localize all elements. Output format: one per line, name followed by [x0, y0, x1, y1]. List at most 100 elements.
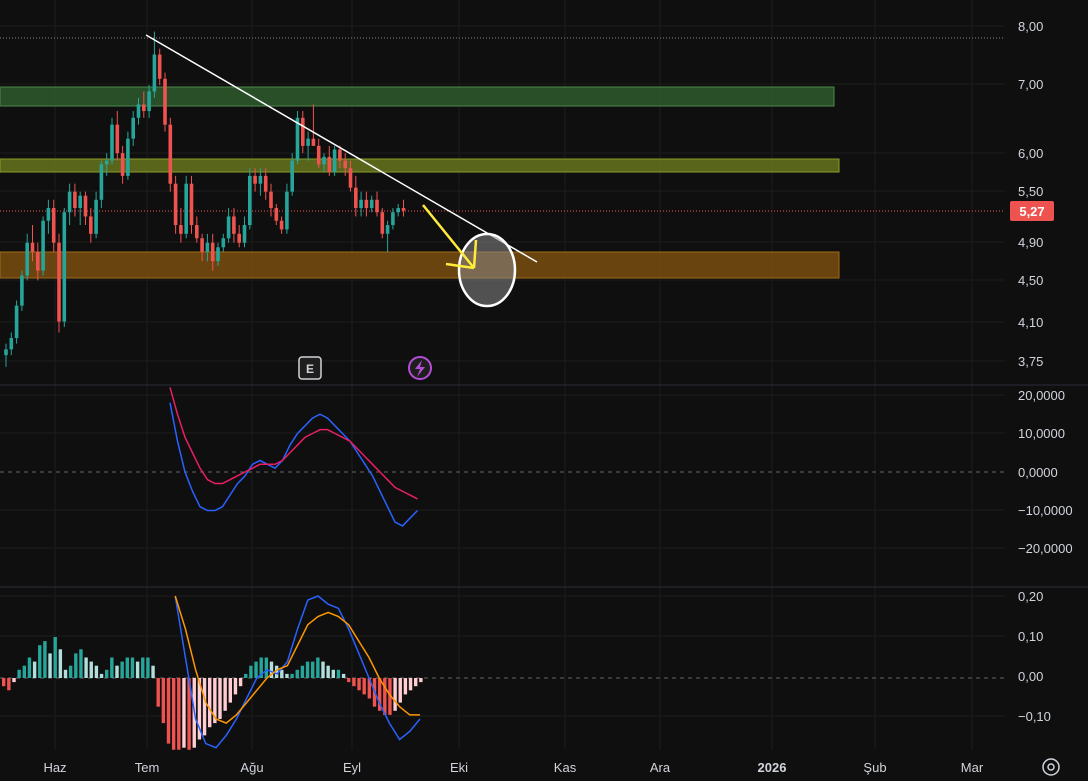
histogram-bar [99, 673, 104, 678]
candle-body [20, 275, 24, 306]
histogram-bar [125, 657, 129, 678]
candle-body [184, 183, 188, 234]
histogram-bar [383, 678, 387, 715]
time-axis[interactable]: Haz Tem Ağu Eyl Eki Kas Ara 2026 Şub Mar [43, 760, 983, 775]
time-tick-label: Tem [135, 760, 160, 775]
candle-body [253, 175, 257, 184]
histogram-bar [17, 669, 21, 678]
resistance-zone-upper[interactable] [0, 86, 835, 107]
candle-body [36, 251, 40, 271]
histogram-bar [105, 669, 109, 678]
chart-canvas[interactable]: E 8,00 7,00 6,00 5,50 4,90 4,50 4,10 3,75 20,00… [0, 0, 1088, 781]
candle-body [89, 216, 93, 234]
candle-body [57, 242, 61, 322]
candle-body [232, 216, 236, 234]
histogram-bar [84, 657, 88, 678]
oscillator-1-tick-label: 10,0000 [1018, 426, 1065, 441]
candle-body [359, 199, 363, 209]
candle-body [285, 191, 289, 230]
histogram-bar [357, 678, 361, 691]
histogram-bar [326, 665, 330, 678]
target-circle[interactable] [457, 232, 517, 308]
candle-body [301, 117, 305, 146]
oscillator-1-tick-label: 0,0000 [1018, 465, 1058, 480]
oscillator-2-axis[interactable]: 0,20 0,10 0,00 −0,10 [1018, 589, 1051, 724]
histogram-bar [7, 678, 11, 691]
histogram-bar [130, 657, 135, 678]
candle-body [322, 156, 326, 165]
candle-body [364, 199, 369, 209]
oscillator-1-tick-label: 20,0000 [1018, 388, 1065, 403]
earnings-icon[interactable]: E [298, 356, 322, 380]
time-tick-label: Eki [450, 760, 468, 775]
candle-body [126, 138, 130, 176]
histogram-bar [48, 653, 52, 678]
oscillator-2-tick-label: 0,00 [1018, 669, 1043, 684]
candle-body [136, 104, 141, 118]
histogram-bar [398, 678, 402, 703]
histogram-bar [393, 678, 397, 711]
lightning-icon[interactable] [408, 356, 432, 380]
candle-body [316, 145, 321, 165]
histogram-bar [68, 665, 73, 678]
histogram-bar [208, 678, 212, 728]
oscillator-1 [169, 387, 419, 527]
histogram-bar [362, 678, 366, 695]
candle-body [73, 191, 77, 209]
settings-icon[interactable] [1042, 758, 1060, 776]
time-tick-label: Eyl [343, 760, 361, 775]
histogram-bar [63, 669, 68, 678]
candle-body [248, 175, 252, 226]
histogram-bar [218, 678, 222, 719]
histogram-bar [161, 678, 166, 724]
candle-body [306, 138, 310, 146]
support-zone[interactable] [0, 251, 840, 279]
last-price-badge: 5,27 [1010, 201, 1054, 221]
candle-body [200, 238, 204, 252]
histogram-bar [244, 673, 248, 678]
histogram-bar [115, 665, 119, 678]
histogram-bar [141, 657, 145, 678]
candle-body [348, 168, 353, 188]
trendline[interactable] [145, 34, 538, 263]
histogram-bar [151, 665, 155, 678]
candle-body [142, 104, 146, 112]
oscillator-2-tick-label: 0,20 [1018, 589, 1043, 604]
histogram-bar [403, 678, 408, 695]
histogram-bar [156, 678, 160, 707]
candle-body [205, 242, 210, 252]
time-tick-label: Ağu [240, 760, 263, 775]
candle-body [332, 149, 337, 173]
oscillator-1-series [169, 402, 419, 527]
histogram-bar [336, 669, 341, 678]
histogram-bar [32, 661, 37, 678]
time-tick-label: Haz [43, 760, 66, 775]
histogram-bar [94, 665, 99, 678]
candle-body [354, 187, 358, 209]
candle-body [279, 220, 284, 230]
histogram-bar [58, 649, 63, 678]
price-tick-label: 3,75 [1018, 354, 1043, 369]
price-tick-label: 4,10 [1018, 315, 1043, 330]
candle-body [147, 91, 151, 112]
candle-body [99, 164, 104, 200]
histogram-bar [316, 657, 320, 678]
histogram-bar [254, 661, 258, 678]
oscillator-2-tick-label: 0,10 [1018, 629, 1043, 644]
candle-body [115, 124, 120, 154]
histogram-bar [414, 678, 418, 687]
candle-body [258, 175, 263, 184]
histogram-bar [295, 669, 299, 678]
candle-body [269, 191, 273, 209]
time-tick-label: Mar [961, 760, 984, 775]
candle-body [168, 124, 173, 184]
candle-body [14, 305, 19, 339]
histogram-bar [419, 678, 423, 683]
histogram-bar [305, 661, 310, 678]
price-axis[interactable]: 8,00 7,00 6,00 5,50 4,90 4,50 4,10 3,75 [1018, 19, 1043, 369]
candle-body [157, 54, 162, 79]
candle-body [173, 183, 178, 226]
oscillator-1-axis[interactable]: 20,0000 10,0000 0,0000 −10,0000 −20,0000 [1018, 388, 1073, 556]
resistance-zone-middle[interactable] [0, 158, 840, 173]
candle-body [25, 242, 29, 276]
